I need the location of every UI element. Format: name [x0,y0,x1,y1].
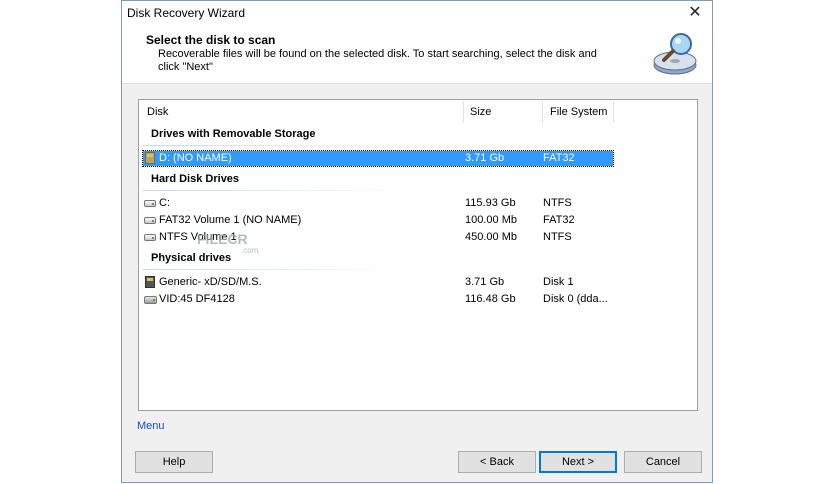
help-button[interactable]: Help [135,451,213,473]
column-header-disk[interactable]: Disk [147,106,168,120]
disk-name: D: (NO NAME) [159,152,232,164]
hard-drive-icon [143,231,157,243]
close-button[interactable]: ✕ [684,3,706,23]
hard-drive-icon [143,197,157,209]
column-separator [542,101,543,123]
group-divider [143,269,409,270]
column-separator [463,101,464,123]
sd-card-icon [143,276,157,288]
next-button[interactable]: Next > [539,451,617,473]
disk-size: 3.71 Gb [465,276,505,288]
disk-magnifier-icon [653,33,697,75]
disk-row-generic-sd[interactable]: Generic- xD/SD/M.S. 3.71 Gb Disk 1 [143,275,613,290]
disk-size: 100.00 Mb [465,214,517,226]
column-header-file-system[interactable]: File System [550,106,607,120]
disk-file-system: FAT32 [543,214,575,226]
watermark-suffix: .com [241,246,259,255]
step-title: Select the disk to scan [146,33,276,47]
watermark-text: FILECR [197,231,248,247]
group-label-physical: Physical drives [151,252,232,264]
disk-size: 3.71 Gb [465,152,505,164]
cancel-button[interactable]: Cancel [624,451,702,473]
disk-name: Generic- xD/SD/M.S. [159,276,262,288]
disk-list[interactable]: Disk Size File System Drives with Remova… [138,99,698,411]
disk-name: C: [159,197,170,209]
back-button[interactable]: < Back [458,451,536,473]
disk-name: VID:45 DF4128 [159,293,235,305]
column-header-size[interactable]: Size [470,106,491,120]
menu-link[interactable]: Menu [137,420,165,432]
disk-file-system: NTFS [543,231,572,243]
step-description: Recoverable files will be found on the s… [158,48,597,73]
hard-drive-icon [143,293,157,305]
wizard-header: Select the disk to scan Recoverable file… [122,25,712,84]
group-label-removable: Drives with Removable Storage [151,128,316,140]
disk-file-system: NTFS [543,197,572,209]
group-divider [143,145,409,146]
disk-size: 116.48 Gb [465,293,516,305]
sd-card-icon [143,152,157,164]
group-label-hard-disk: Hard Disk Drives [151,173,240,185]
disk-file-system: FAT32 [543,152,575,164]
disk-file-system: Disk 0 (dda... [543,293,608,305]
disk-row-fat32-volume-1[interactable]: FAT32 Volume 1 (NO NAME) 100.00 Mb FAT32 [143,213,613,228]
disk-row-c[interactable]: C: 115.93 Gb NTFS [143,196,613,211]
window-title: Disk Recovery Wizard [127,6,246,20]
disk-row-d-no-name[interactable]: D: (NO NAME) 3.71 Gb FAT32 [142,150,614,167]
title-bar: Disk Recovery Wizard ✕ [122,1,712,25]
disk-file-system: Disk 1 [543,276,574,288]
disk-size: 115.93 Gb [465,197,516,209]
disk-size: 450.00 Mb [465,231,517,243]
disk-name: FAT32 Volume 1 (NO NAME) [159,214,302,226]
hard-drive-icon [143,214,157,226]
disk-row-vid45[interactable]: VID:45 DF4128 116.48 Gb Disk 0 (dda... [143,292,613,307]
group-divider [143,190,409,191]
watermark: FILECR .com [197,231,258,255]
column-separator [613,101,614,123]
